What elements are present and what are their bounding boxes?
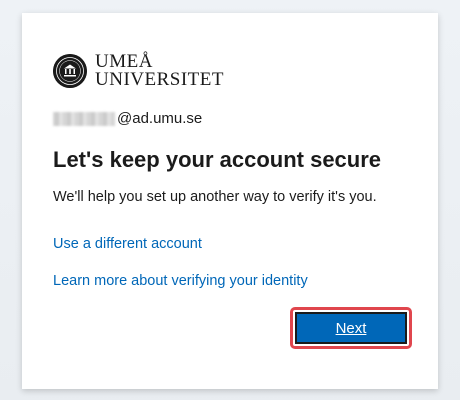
university-seal-icon bbox=[53, 54, 87, 88]
learn-more-link[interactable]: Learn more about verifying your identity bbox=[53, 273, 308, 289]
university-logo: UMEÅ UNIVERSITET bbox=[53, 52, 224, 90]
page-title: Let's keep your account secure bbox=[53, 147, 382, 172]
university-name-line2: UNIVERSITET bbox=[95, 69, 224, 90]
account-domain: @ad.umu.se bbox=[117, 110, 203, 127]
next-button[interactable]: Next bbox=[295, 312, 407, 344]
use-different-account-link[interactable]: Use a different account bbox=[53, 236, 202, 252]
sign-in-card: UMEÅ UNIVERSITET @ad.umu.se Let's keep y… bbox=[22, 13, 438, 389]
university-name: UMEÅ UNIVERSITET bbox=[95, 52, 224, 90]
page-description: We'll help you set up another way to ver… bbox=[53, 189, 377, 205]
account-identity: @ad.umu.se bbox=[53, 110, 202, 127]
redacted-username bbox=[53, 111, 115, 126]
